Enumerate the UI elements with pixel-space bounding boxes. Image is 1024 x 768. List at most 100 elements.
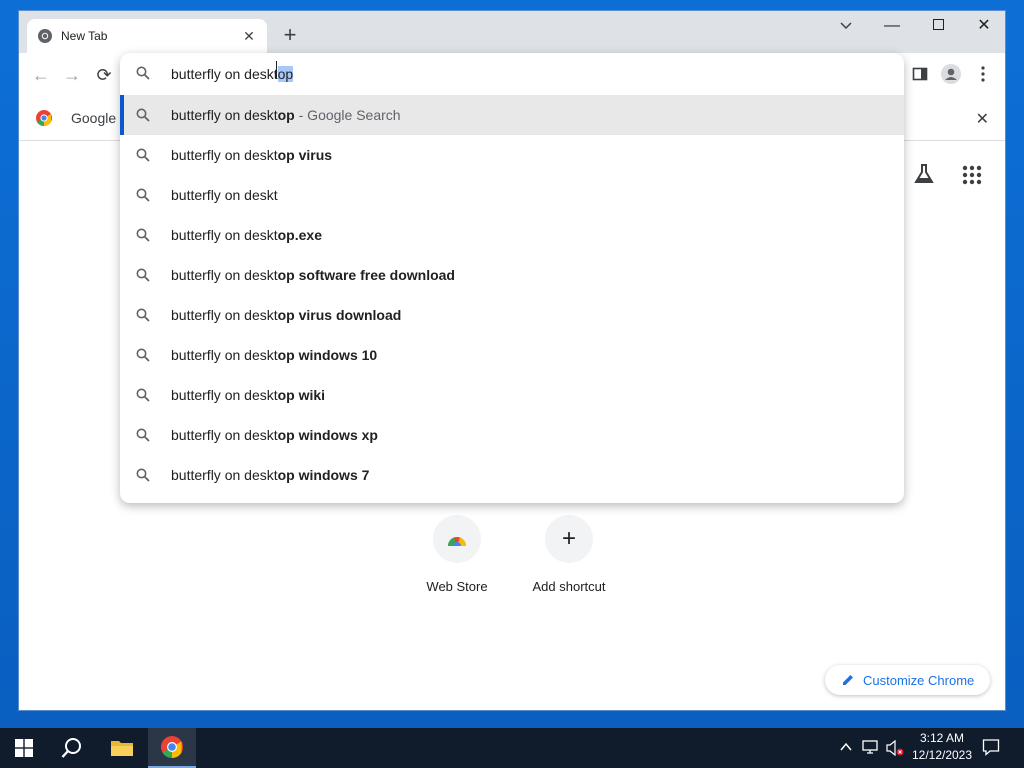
chrome-favicon-icon (38, 29, 52, 43)
suggestion-plain: butterfly on deskt (171, 427, 278, 443)
suggestion-text: butterfly on desktop virus (171, 147, 332, 163)
pencil-icon (843, 675, 853, 685)
suggestion-bold: op windows 10 (277, 347, 378, 363)
search-icon (136, 228, 150, 242)
taskbar: 3:12 AM 12/12/2023 (0, 728, 1024, 768)
omnibox-dropdown: butterfly on desktop butterfly on deskto… (120, 53, 904, 503)
suggestion-plain: butterfly on deskt (171, 467, 278, 483)
suggestion-plain: butterfly on deskt (171, 147, 278, 163)
suggestion-row[interactable]: butterfly on deskt (120, 175, 904, 215)
suggestion-plain: butterfly on deskt (171, 267, 278, 283)
search-icon (136, 268, 150, 282)
suggestion-bold: op.exe (277, 227, 322, 243)
notifications-icon[interactable] (982, 738, 1000, 759)
suggestion-hint: - Google Search (294, 107, 401, 123)
google-chrome-icon (36, 110, 52, 127)
suggestion-row[interactable]: butterfly on desktop windows 7 (120, 455, 904, 495)
suggestion-bold: op virus download (277, 307, 402, 323)
back-icon[interactable]: ← (29, 63, 53, 87)
reload-icon[interactable]: ⟳ (92, 63, 116, 87)
search-icon (136, 148, 150, 162)
mouse-cursor (276, 61, 277, 79)
google-apps-icon[interactable] (962, 165, 982, 185)
search-icon (136, 428, 150, 442)
new-tab-button[interactable]: + (277, 23, 303, 49)
folder-icon (111, 741, 133, 756)
search-icon (136, 308, 150, 322)
suggestion-plain: butterfly on deskt (171, 187, 278, 203)
shortcut-web-store[interactable]: Web Store (407, 515, 507, 594)
suggestion-bold: op windows 7 (277, 467, 370, 483)
suggestion-row[interactable]: butterfly on desktop.exe (120, 215, 904, 255)
maximize-button[interactable] (915, 11, 961, 41)
volume-muted-icon[interactable] (886, 739, 904, 759)
minimize-button[interactable]: — (869, 11, 915, 41)
suggestion-bold: op virus (277, 147, 333, 163)
suggestion-plain: butterfly on deskt (171, 107, 278, 123)
add-icon: + (545, 515, 593, 563)
search-icon (136, 66, 150, 80)
shortcut-add[interactable]: + Add shortcut (519, 515, 619, 594)
tab-close-icon[interactable]: ✕ (241, 28, 257, 45)
title-bar: New Tab ✕ + — ✕ (19, 11, 1005, 53)
close-bar-icon[interactable]: ✕ (976, 109, 989, 129)
profile-avatar-icon[interactable] (941, 64, 961, 89)
suggestion-row[interactable]: butterfly on desktop wiki (120, 375, 904, 415)
suggestion-row[interactable]: butterfly on desktop software free downl… (120, 255, 904, 295)
clock-date: 12/12/2023 (911, 748, 973, 762)
tab-title: New Tab (61, 29, 108, 43)
search-icon (61, 738, 81, 758)
typed-text: butterfly on deskt (171, 66, 278, 82)
autocomplete-selection: op (277, 66, 294, 82)
suggestion-row[interactable]: butterfly on desktop windows 10 (120, 335, 904, 375)
search-icon (136, 348, 150, 362)
search-icon (136, 188, 150, 202)
shortcut-label: Web Store (426, 579, 488, 594)
suggestion-text: butterfly on desktop virus download (171, 307, 401, 323)
start-button[interactable] (0, 728, 48, 768)
customize-chrome-button[interactable]: Customize Chrome (825, 665, 990, 695)
close-window-button[interactable]: ✕ (961, 11, 1005, 41)
suggestion-row[interactable]: butterfly on desktop - Google Search (120, 95, 904, 135)
bookmark-google[interactable]: Google C (35, 109, 130, 127)
omnibox-input[interactable]: butterfly on desktop (120, 53, 904, 95)
search-icon (136, 108, 150, 122)
file-explorer-button[interactable] (98, 728, 146, 768)
suggestion-row[interactable]: butterfly on desktop virus download (120, 295, 904, 335)
suggestion-text: butterfly on desktop windows 7 (171, 467, 369, 483)
suggestion-plain: butterfly on deskt (171, 307, 278, 323)
focus-indicator (120, 95, 124, 135)
clock-time: 3:12 AM (919, 731, 965, 745)
windows-logo-icon (15, 739, 33, 757)
suggestion-plain: butterfly on deskt (171, 347, 278, 363)
omnibox-text: butterfly on desktop (171, 66, 294, 82)
suggestion-plain: butterfly on deskt (171, 387, 278, 403)
labs-flask-icon[interactable] (913, 163, 935, 185)
menu-kebab-icon[interactable] (981, 66, 985, 87)
system-clock[interactable]: 3:12 AM 12/12/2023 (904, 730, 980, 764)
search-icon (136, 388, 150, 402)
suggestion-plain: butterfly on deskt (171, 227, 278, 243)
suggestion-text: butterfly on desktop windows xp (171, 427, 378, 443)
chrome-icon (161, 736, 183, 758)
suggestion-text: butterfly on desktop - Google Search (171, 107, 401, 123)
suggestion-text: butterfly on desktop windows 10 (171, 347, 377, 363)
tab-new-tab[interactable]: New Tab ✕ (27, 19, 267, 53)
suggestion-bold: op (277, 107, 295, 123)
search-icon (136, 468, 150, 482)
chrome-taskbar-button[interactable] (148, 728, 196, 768)
search-button[interactable] (48, 728, 96, 768)
customize-label: Customize Chrome (863, 672, 975, 688)
suggestion-row[interactable]: butterfly on desktop virus (120, 135, 904, 175)
tab-search-icon[interactable] (823, 11, 869, 41)
suggestion-bold: op wiki (277, 387, 326, 403)
suggestion-row[interactable]: butterfly on desktop windows xp (120, 415, 904, 455)
suggestion-text: butterfly on desktop.exe (171, 227, 322, 243)
forward-icon[interactable]: → (60, 63, 84, 87)
web-store-icon (433, 515, 481, 563)
chevron-up-icon[interactable] (840, 740, 852, 756)
shortcut-label: Add shortcut (532, 579, 606, 594)
side-panel-icon[interactable] (912, 66, 928, 87)
suggestion-bold: op software free download (277, 267, 455, 283)
network-icon[interactable] (862, 740, 878, 757)
